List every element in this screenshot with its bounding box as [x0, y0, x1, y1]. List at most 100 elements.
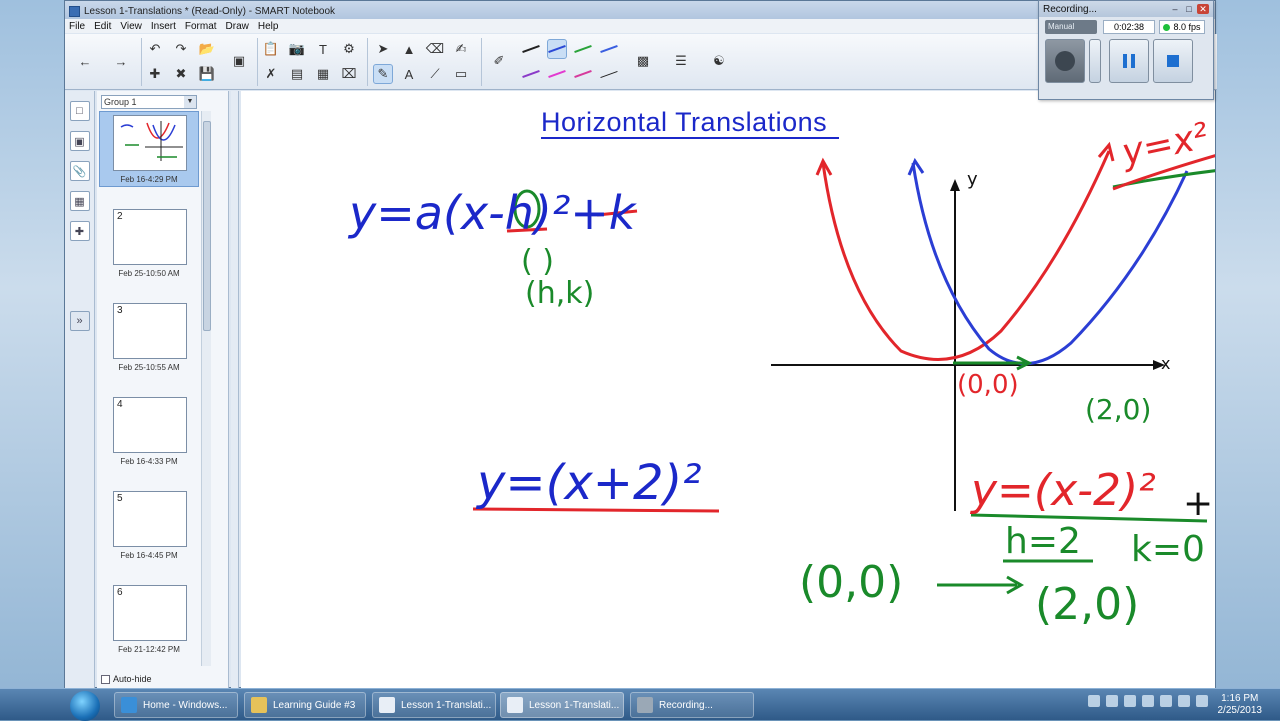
task-folder[interactable]: Learning Guide #3: [244, 692, 366, 718]
clock[interactable]: 1:16 PM 2/25/2013: [1218, 693, 1263, 717]
undo-icon[interactable]: ↶: [145, 39, 165, 59]
gallery-tab-icon[interactable]: ▣: [69, 131, 90, 151]
menu-file[interactable]: File: [69, 21, 85, 32]
select-arrow-icon[interactable]: ➤: [373, 39, 393, 59]
menu-view[interactable]: View: [120, 21, 142, 32]
screen-shade-icon[interactable]: ▤: [287, 64, 307, 84]
recorder-title-bar: Recording... – □ ✕: [1039, 1, 1213, 17]
page-thumbnail-1[interactable]: [113, 115, 187, 171]
tray-icon[interactable]: [1160, 695, 1172, 707]
redo-icon[interactable]: ↷: [171, 39, 191, 59]
add-page-icon[interactable]: ✚: [145, 64, 165, 84]
pen-pink-swatch[interactable]: [573, 64, 593, 84]
gallery-icon[interactable]: ⚙: [339, 39, 359, 59]
expand-icon[interactable]: »: [69, 311, 90, 331]
shapes-icon[interactable]: ▲: [399, 39, 419, 59]
h-value: h=2: [1005, 521, 1081, 562]
screen-capture-icon[interactable]: 📷: [287, 39, 307, 59]
pen-green-swatch[interactable]: [573, 39, 593, 59]
display-icon[interactable]: ▣: [229, 51, 249, 71]
stop-button[interactable]: [1153, 39, 1193, 83]
parabola-red: [821, 150, 1111, 361]
options-button[interactable]: [1089, 39, 1101, 83]
tray-icon[interactable]: [1142, 695, 1154, 707]
start-button[interactable]: [70, 691, 100, 721]
task-recorder[interactable]: Recording...: [630, 692, 754, 718]
menu-help[interactable]: Help: [258, 21, 279, 32]
eraser-icon[interactable]: ⌫: [425, 39, 445, 59]
pen-purple-swatch[interactable]: [521, 64, 541, 84]
recorder-window: Recording... – □ ✕ Manual 0:02:38 8.0 fp…: [1038, 0, 1214, 100]
task-notebook-1[interactable]: Lesson 1-Translati...: [372, 692, 496, 718]
group-dropdown-value: Group 1: [104, 97, 137, 107]
properties-tab-icon[interactable]: ▦: [69, 191, 90, 211]
label-origin: (0,0): [957, 370, 1019, 400]
color-palette-icon[interactable]: ▩: [633, 51, 653, 71]
toolbar-separator: [367, 38, 368, 86]
y-axis-arrow: [950, 179, 960, 191]
table-icon[interactable]: ▦: [313, 64, 333, 84]
delete-page-icon[interactable]: ✖: [171, 64, 191, 84]
minimize-icon[interactable]: –: [1169, 4, 1181, 14]
checkbox-box[interactable]: [101, 674, 110, 684]
scrollbar-thumb[interactable]: [203, 121, 211, 331]
page-thumbnail-label: Feb 16-4:29 PM: [120, 175, 178, 184]
paste-icon[interactable]: 📋: [261, 39, 281, 59]
autohide-checkbox[interactable]: Auto-hide: [101, 674, 152, 684]
page-thumbnail-2[interactable]: 2: [113, 209, 187, 265]
pen-dashed-swatch[interactable]: [599, 64, 619, 84]
maximize-icon[interactable]: □: [1183, 4, 1195, 14]
browser-icon: [121, 697, 137, 713]
menu-insert[interactable]: Insert: [151, 21, 176, 32]
close-box-icon[interactable]: ⌧: [339, 64, 359, 84]
group-dropdown[interactable]: Group 1 ▼: [101, 95, 197, 109]
menu-edit[interactable]: Edit: [94, 21, 111, 32]
text-icon[interactable]: T: [313, 39, 333, 59]
line-icon[interactable]: ⟋: [425, 64, 445, 84]
forward-arrow-icon[interactable]: →: [111, 51, 131, 71]
task-browser[interactable]: Home - Windows...: [114, 692, 238, 718]
recorder-icon: [637, 697, 653, 713]
properties-icon[interactable]: ☯: [709, 51, 729, 71]
panel-splitter[interactable]: [231, 91, 239, 688]
tray-icon[interactable]: [1124, 695, 1136, 707]
whiteboard-canvas[interactable]: Horizontal Translations y=a(x-h)²+k () …: [241, 91, 1215, 688]
menu-draw[interactable]: Draw: [226, 21, 249, 32]
volume-icon[interactable]: [1196, 695, 1208, 707]
tray-icon[interactable]: [1106, 695, 1118, 707]
pen-tool-icon[interactable]: ✐: [489, 51, 509, 71]
page-thumbnail-4[interactable]: 4: [113, 397, 187, 453]
taskbar: Home - Windows... Learning Guide #3 Less…: [0, 688, 1280, 721]
page-thumbnail-6[interactable]: 6: [113, 585, 187, 641]
page-thumbnail-label: Feb 16-4:45 PM: [120, 551, 178, 560]
recorder-controls: [1039, 37, 1213, 85]
fill-icon[interactable]: ✍: [451, 39, 471, 59]
open-folder-icon[interactable]: 📂: [197, 39, 217, 59]
back-arrow-icon[interactable]: ←: [75, 51, 95, 71]
addons-tab-icon[interactable]: ✚: [69, 221, 90, 241]
page-thumbnail-5[interactable]: 5: [113, 491, 187, 547]
pen-magenta-swatch[interactable]: [547, 64, 567, 84]
pause-button[interactable]: [1109, 39, 1149, 83]
record-button[interactable]: [1045, 39, 1085, 83]
page-number: 4: [117, 399, 123, 410]
pen-blue-swatch[interactable]: [547, 39, 567, 59]
pens-icon[interactable]: ✎: [373, 64, 393, 84]
close-icon[interactable]: ✕: [1197, 4, 1209, 14]
mode-dropdown[interactable]: Manual: [1045, 20, 1097, 34]
eraser-tool-icon[interactable]: ▭: [451, 64, 471, 84]
pen-black-swatch[interactable]: [521, 39, 541, 59]
menu-format[interactable]: Format: [185, 21, 217, 32]
tray-icon[interactable]: [1088, 695, 1100, 707]
page-sorter-tab-icon[interactable]: □: [69, 101, 90, 121]
task-notebook-2[interactable]: Lesson 1-Translati...: [500, 692, 624, 718]
tray-icon[interactable]: [1178, 695, 1190, 707]
save-icon[interactable]: 💾: [197, 64, 217, 84]
page-thumbnail-3[interactable]: 3: [113, 303, 187, 359]
sorter-scrollbar[interactable]: [201, 111, 211, 666]
pen-blue2-swatch[interactable]: [599, 39, 619, 59]
attachments-tab-icon[interactable]: 📎: [69, 161, 90, 181]
text-tool-icon[interactable]: A: [399, 64, 419, 84]
line-style-icon[interactable]: ☰: [671, 51, 691, 71]
delete-icon[interactable]: ✗: [261, 64, 281, 84]
